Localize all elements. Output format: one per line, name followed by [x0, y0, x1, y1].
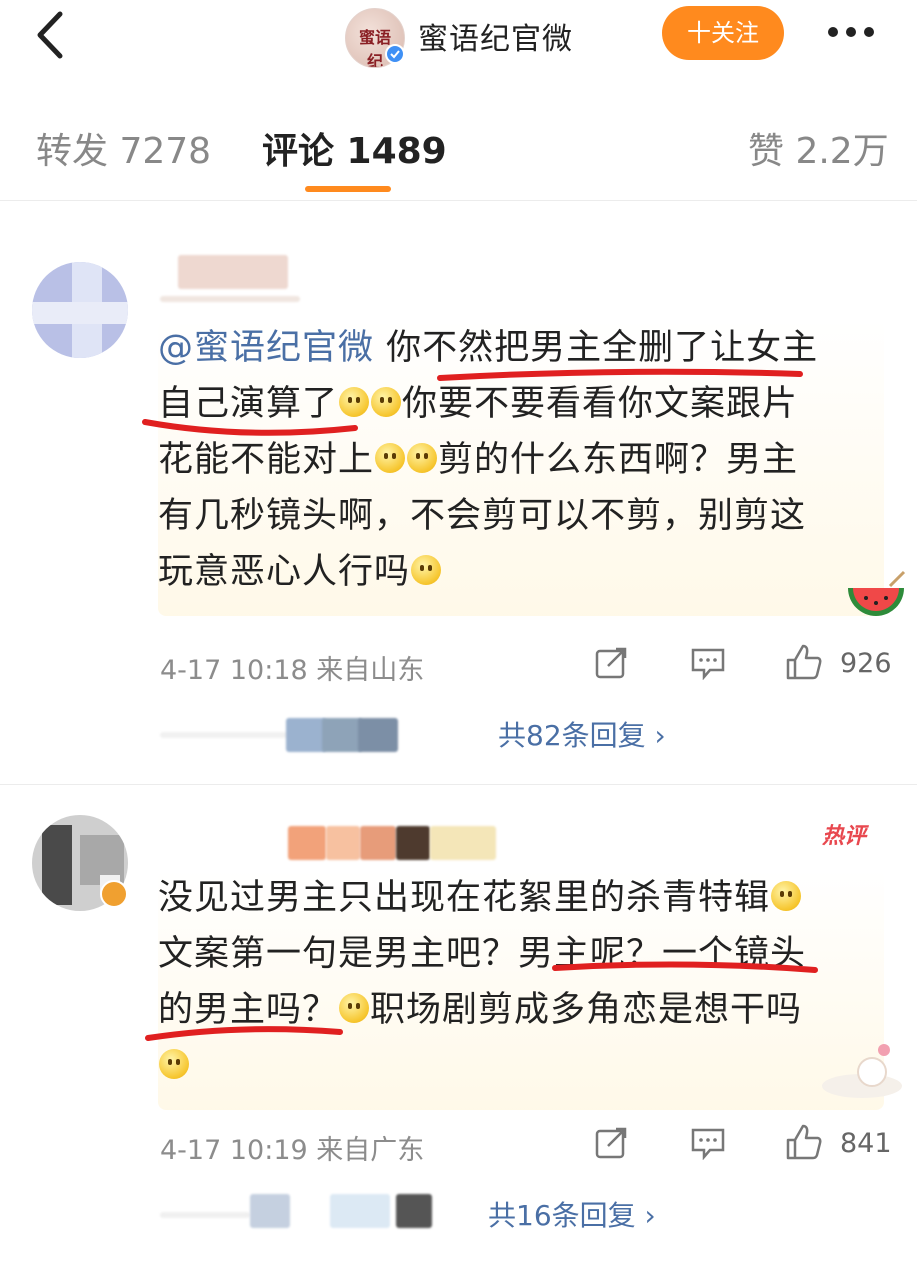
commenter-avatar[interactable] [32, 262, 128, 358]
username-redacted[interactable] [178, 255, 288, 289]
confused-emoji-icon [339, 993, 370, 1023]
like-icon[interactable] [784, 1122, 824, 1166]
reply-avatar-redacted [396, 1194, 432, 1228]
share-icon[interactable] [594, 646, 628, 684]
more-options-icon[interactable] [828, 22, 886, 42]
comment-text-segment: 玩意恶心人行吗 [158, 552, 411, 592]
tab-likes[interactable]: 赞 2.2万 [748, 122, 889, 174]
active-tab-indicator [305, 186, 391, 192]
tab-comments[interactable]: 评论 1489 [262, 122, 447, 174]
comment-location: 来自广东 [316, 1135, 425, 1166]
comment-line: 的男主吗？ 职场剧剪成多角恋是想干吗 [158, 982, 884, 1038]
view-replies-link[interactable]: 共82条回复 › [498, 714, 666, 754]
comment-line: 玩意恶心人行吗 [158, 544, 884, 600]
comment-text-segment: 剪的什么东西啊？男主 [438, 440, 799, 480]
comment-meta: 4-17 10:19 来自广东 [160, 1128, 424, 1167]
comment-text-segment: 文案第一句是男主吧？男主呢？一个镜头 [158, 934, 807, 974]
verified-icon [100, 880, 128, 908]
comment-text-segment: 花能不能对上 [158, 440, 375, 480]
comment-line: 自己演算了 你要不要看看你文案跟片 [158, 376, 884, 432]
comment-icon[interactable] [690, 646, 726, 684]
comment-time: 4-17 10:19 [160, 1135, 308, 1166]
comment-text-segment: 的男主吗？ [158, 990, 339, 1030]
verified-icon [385, 44, 405, 64]
comment-line: 有几秒镜头啊，不会剪可以不剪，别剪这 [158, 488, 884, 544]
reply-avatar-redacted [250, 1194, 290, 1228]
smile-emoji-icon [375, 443, 406, 473]
comment-text-segment: 你要不要看看你文案跟片 [402, 384, 799, 424]
comment-text-segment: 自己演算了 [158, 384, 339, 424]
smile-emoji-icon [411, 555, 442, 585]
username-redacted [396, 826, 430, 860]
back-arrow-icon[interactable] [30, 10, 74, 60]
view-replies-link[interactable]: 共16条回复 › [488, 1194, 656, 1234]
comment-text-segment: 你不然把男主全删了让女主 [386, 328, 819, 368]
like-count: 841 [840, 1128, 892, 1159]
username-redacted [326, 826, 360, 860]
reply-avatar-redacted [358, 718, 398, 752]
tab-reposts[interactable]: 转发 7278 [36, 122, 211, 174]
sticker-decoration-icon [812, 1040, 908, 1102]
follow-button[interactable]: 十关注 [662, 6, 784, 60]
reply-preview-redacted [160, 732, 290, 738]
like-count: 926 [840, 648, 892, 679]
user-tag-redacted [160, 296, 300, 302]
comment-text-segment: 有几秒镜头啊，不会剪可以不剪，别剪这 [158, 496, 807, 536]
comment-text: 没见过男主只出现在花絮里的杀青特辑 文案第一句是男主吧？男主呢？一个镜头 的男主… [158, 870, 884, 1110]
confused-emoji-icon [159, 1049, 189, 1079]
reply-avatar-redacted [322, 718, 362, 752]
comment-line: 没见过男主只出现在花絮里的杀青特辑 [158, 870, 884, 926]
like-icon[interactable] [784, 642, 824, 686]
comment-time: 4-17 10:18 [160, 655, 308, 686]
share-icon[interactable] [594, 1126, 628, 1164]
comment-line: @蜜语纪官微 你不然把男主全删了让女主 [158, 320, 884, 376]
username-redacted [360, 826, 396, 860]
comment-location: 来自山东 [316, 655, 425, 686]
comment-line: 花能不能对上 剪的什么东西啊？男主 [158, 432, 884, 488]
comment-text-segment: 没见过男主只出现在花絮里的杀青特辑 [158, 878, 771, 918]
reply-preview-redacted [160, 1212, 250, 1218]
comment-meta: 4-17 10:18 来自山东 [160, 648, 424, 687]
tabs-divider [0, 200, 917, 201]
comment-icon[interactable] [690, 1126, 726, 1164]
reply-avatar-redacted [286, 718, 326, 752]
smile-emoji-icon [339, 387, 370, 417]
mention-link[interactable]: @蜜语纪官微 [158, 328, 374, 368]
account-name[interactable]: 蜜语纪官微 [418, 14, 573, 58]
comment-text-segment: 职场剧剪成多角恋是想干吗 [370, 990, 803, 1030]
smile-emoji-icon [771, 881, 802, 911]
smile-emoji-icon [407, 443, 438, 473]
reply-avatar-redacted [330, 1194, 390, 1228]
comment-divider [0, 784, 917, 785]
username-redacted [430, 826, 496, 860]
watermelon-badge-icon [844, 568, 908, 620]
comment-text: @蜜语纪官微 你不然把男主全删了让女主 自己演算了 你要不要看看你文案跟片 花能不… [158, 320, 884, 616]
comment-line [158, 1038, 884, 1094]
top-bar: 蜜语纪 蜜语纪官微 十关注 [0, 0, 917, 80]
smile-emoji-icon [371, 387, 402, 417]
username-redacted[interactable] [288, 826, 326, 860]
comment-line: 文案第一句是男主吧？男主呢？一个镜头 [158, 926, 884, 982]
hot-comment-badge: 热评 [822, 824, 867, 849]
